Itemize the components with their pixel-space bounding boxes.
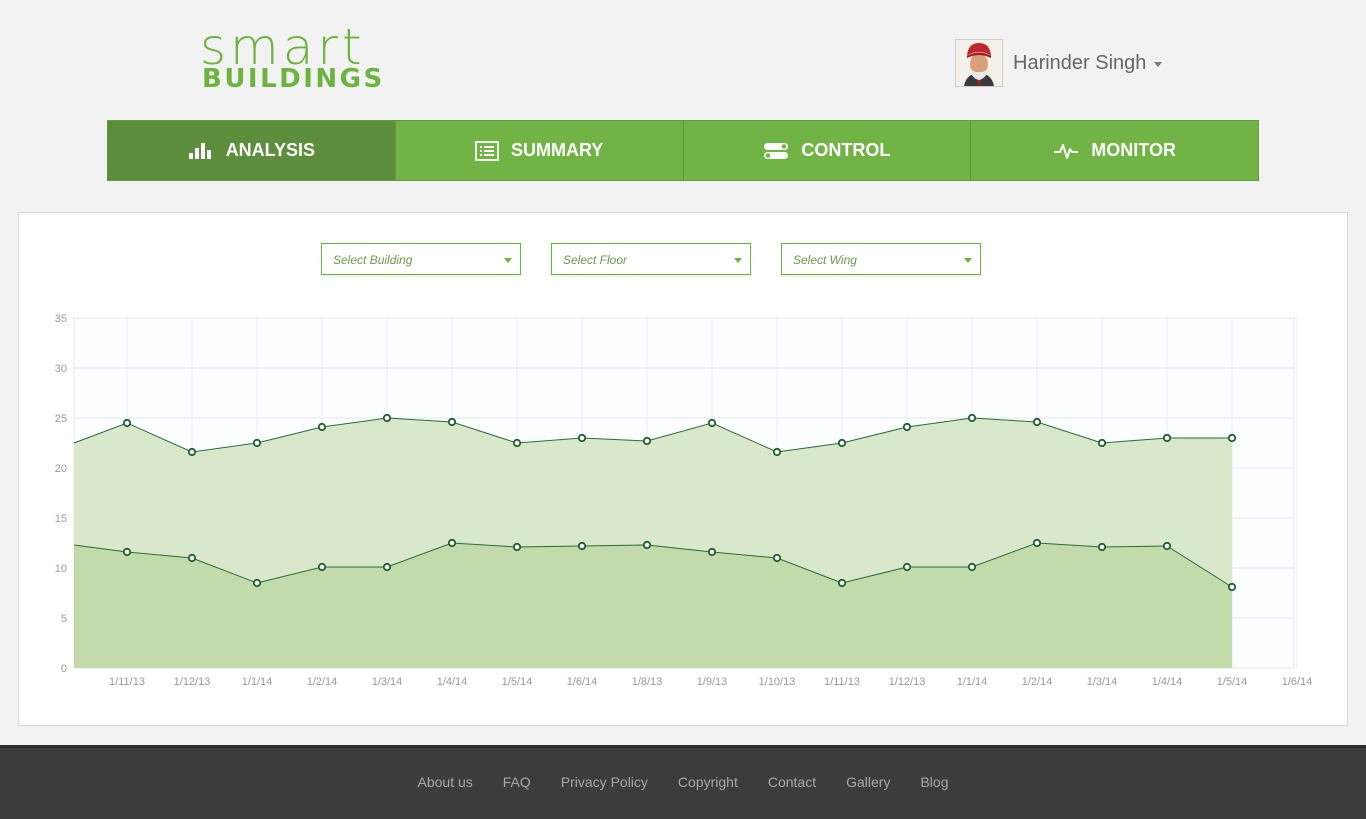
series-2-point (902, 562, 912, 572)
x-tick-label: 1/3/14 (372, 676, 403, 688)
series-1-point (1032, 417, 1042, 427)
tab-label: ANALYSIS (225, 140, 316, 160)
series-1-point (252, 438, 262, 448)
y-tick-label: 35 (55, 313, 67, 325)
x-tick-label: 1/5/14 (1217, 676, 1248, 688)
x-tick-label: 1/1/14 (242, 676, 273, 688)
y-tick-label: 0 (61, 663, 67, 675)
user-name: Harinder Singh (1013, 51, 1147, 74)
y-tick-label: 20 (55, 463, 67, 475)
footer-link-about-us[interactable]: About us (418, 774, 473, 790)
series-1-point (1097, 438, 1107, 448)
user-avatar-image (956, 40, 1002, 86)
series-1-point (512, 438, 522, 448)
series-1-point (902, 422, 912, 432)
footer-link-privacy-policy[interactable]: Privacy Policy (561, 774, 648, 790)
series-2-point (317, 562, 327, 572)
tab-control[interactable]: CONTROL (682, 121, 971, 180)
footer: About us FAQ Privacy Policy Copyright Contac… (0, 745, 1366, 819)
series-2-point (642, 540, 652, 550)
x-tick-label: 1/10/13 (759, 676, 796, 688)
series-2-point (1162, 541, 1172, 551)
series-1-point (122, 418, 132, 428)
main-nav: ANALYSIS SUMMARY CONTROL MONITOR (107, 120, 1259, 181)
x-tick-label: 1/12/13 (889, 676, 926, 688)
tab-monitor[interactable]: MONITOR (970, 121, 1258, 180)
footer-link-copyright[interactable]: Copyright (678, 774, 738, 790)
series-2-point (707, 547, 717, 557)
x-tick-label: 1/4/14 (437, 676, 468, 688)
series-1-point (1162, 433, 1172, 443)
series-1-point (447, 417, 457, 427)
tab-label: MONITOR (1091, 140, 1176, 160)
tab-summary[interactable]: SUMMARY (394, 121, 683, 180)
y-tick-label: 5 (61, 613, 67, 625)
x-tick-label: 1/6/14 (567, 676, 598, 688)
logo-text-buildings: BUILDINGS (202, 64, 385, 94)
tab-label: SUMMARY (510, 140, 604, 160)
footer-link-contact[interactable]: Contact (768, 774, 816, 790)
footer-links: About us FAQ Privacy Policy Copyright Contac… (0, 774, 1366, 790)
series-1-point (1227, 433, 1237, 443)
series-1-point (967, 413, 977, 423)
x-tick-label: 1/8/13 (632, 676, 663, 688)
y-tick-label: 30 (55, 363, 67, 375)
series-2-point (772, 553, 782, 563)
x-tick-label: 1/11/13 (109, 676, 145, 688)
x-tick-label: 1/5/14 (502, 676, 533, 688)
x-tick-label: 1/4/14 (1152, 676, 1183, 688)
footer-link-gallery[interactable]: Gallery (846, 774, 890, 790)
series-2-point (1032, 538, 1042, 548)
list-icon (475, 140, 499, 161)
series-2-point (837, 578, 847, 588)
tab-label: CONTROL (801, 140, 891, 160)
y-tick-label: 10 (55, 563, 67, 575)
series-2-point (967, 562, 977, 572)
area-chart: 0 5 10 15 20 25 30 35 1/11/13 1/12/13 1/1/14 1/2/14… (55, 313, 1313, 688)
series-2-point (252, 578, 262, 588)
series-1-point (577, 433, 587, 443)
series-2-point (577, 541, 587, 551)
x-tick-label: 1/9/13 (697, 676, 728, 688)
series-2-point (1097, 542, 1107, 552)
series-2-point (122, 547, 132, 557)
series-1-point (772, 447, 782, 457)
series-1-point (382, 413, 392, 423)
series-1-point (642, 436, 652, 446)
y-tick-label: 25 (55, 413, 67, 425)
series-1-point (837, 438, 847, 448)
series-2-point (187, 553, 197, 563)
x-tick-label: 1/3/14 (1087, 676, 1118, 688)
series-2-point (512, 542, 522, 552)
series-1-point (317, 422, 327, 432)
user-menu[interactable]: Harinder Singh (955, 38, 1163, 88)
x-tick-label: 1/12/13 (174, 676, 211, 688)
toggle-icon (764, 142, 789, 159)
logo[interactable]: smart BUILDINGS (200, 22, 382, 98)
x-tick-label: 1/6/14 (1282, 676, 1313, 688)
series-2-point (382, 562, 392, 572)
chevron-down-icon (1154, 62, 1163, 67)
series-1-point (187, 447, 197, 457)
x-tick-label: 1/2/14 (307, 676, 338, 688)
series-2-point (447, 538, 457, 548)
footer-link-faq[interactable]: FAQ (503, 774, 531, 790)
series-1-point (707, 418, 717, 428)
analysis-card: Select Building Select Floor Select Wing… (18, 212, 1348, 726)
y-tick-label: 15 (55, 513, 67, 525)
series-2-point (1227, 582, 1237, 592)
x-tick-label: 1/2/14 (1022, 676, 1053, 688)
footer-link-blog[interactable]: Blog (920, 774, 948, 790)
pulse-icon (1054, 143, 1079, 159)
x-tick-label: 1/11/13 (824, 676, 860, 688)
tab-analysis[interactable]: ANALYSIS (108, 121, 395, 180)
bar-chart-icon (188, 142, 211, 159)
x-tick-label: 1/1/14 (957, 676, 988, 688)
avatar (955, 39, 1003, 87)
